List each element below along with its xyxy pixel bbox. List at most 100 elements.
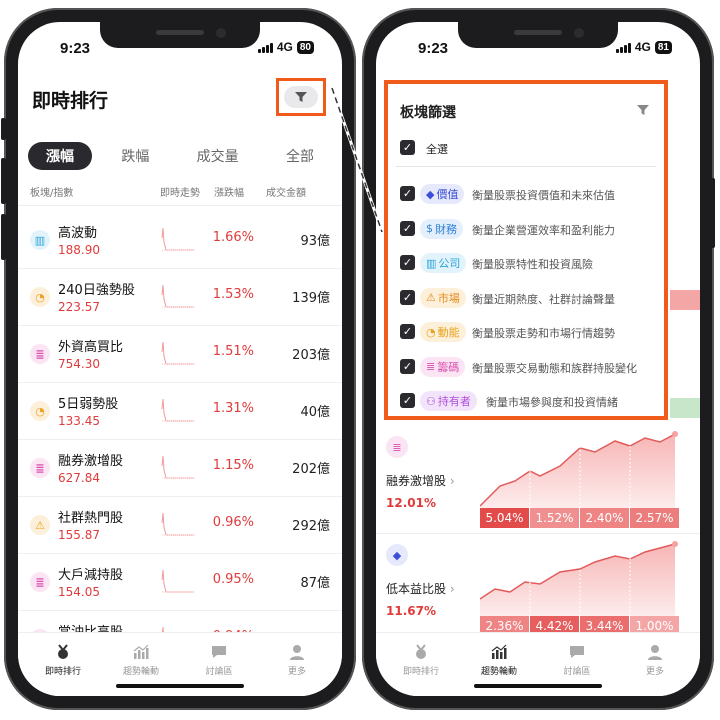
option-description: 衡量企業營運效率和盈利能力 [472, 223, 615, 237]
sparkline [161, 284, 194, 308]
tabbar-label: 更多 [645, 667, 664, 677]
table-row[interactable]: ≣ 融券激增股 627.84 1.15% 202億 [18, 440, 342, 497]
filter-option[interactable]: ✓ ⚇ 持有者 衡量市場參與度和投資情緒 [388, 383, 664, 417]
option-checkbox[interactable]: ✓ [400, 220, 415, 236]
tab-1[interactable]: 跌幅 [103, 142, 167, 170]
category-tag: ◔ 動能 [420, 322, 466, 342]
tab-2[interactable]: 成交量 [179, 142, 257, 170]
gauge-icon: ◔ [426, 325, 436, 339]
period-cells: 5.04% 1.52% 2.40% 2.57% [480, 508, 680, 528]
sparkline [161, 341, 194, 365]
chat-icon [212, 646, 226, 658]
tabbar-item-1[interactable]: 趨勢輪動 [106, 643, 176, 677]
filter-option[interactable]: ✓ ◆ 價值 衡量股票投資價值和未來估值 [388, 176, 664, 210]
category-tag: ≣ 籌碼 [420, 356, 466, 377]
row-amount: 87億 [300, 576, 330, 591]
sparkline [161, 398, 194, 422]
bg-cell [670, 398, 700, 418]
tabbar-item-3[interactable]: 更多 [620, 643, 690, 677]
diamond-icon: ◆ [386, 544, 408, 566]
row-amount: 139億 [292, 291, 330, 306]
home-indicator [474, 684, 602, 688]
dollar-icon: $ [426, 222, 433, 235]
option-checkbox[interactable]: ✓ [400, 358, 415, 374]
row-name: 外資高買比 [58, 340, 124, 355]
table-row[interactable]: ▥ 高波動 188.90 1.66% 93億 [18, 212, 342, 269]
filter-option[interactable]: ✓ ≣ 籌碼 衡量股票交易動態和族群持股變化 [388, 349, 664, 383]
tab-3[interactable]: 全部 [268, 142, 332, 170]
warning-icon: ⚠ [30, 515, 50, 535]
table-row[interactable]: ⚠ 社群熱門股 155.87 0.96% 292億 [18, 497, 342, 554]
select-all-label: 全選 [426, 143, 448, 156]
signal-icon [257, 42, 273, 53]
warning-icon: ⚠ [426, 291, 436, 304]
power-button [710, 178, 715, 248]
category-tag: ◆ 價值 [420, 184, 465, 204]
col-change[interactable]: 漲跌幅 [214, 184, 244, 199]
gauge-icon: ◔ [30, 401, 50, 421]
row-name: 社群熱門股 [58, 511, 124, 526]
tabbar-item-2[interactable]: 討論區 [542, 643, 612, 677]
period-cell: 1.52% [530, 508, 580, 528]
table-row[interactable]: ◔ 240日強勢股 223.57 1.53% 139億 [18, 269, 342, 326]
sector-filter-panel: 板塊篩選 ✓ 全選 ✓ ◆ 價值 衡量股票投資價值和未來估值 ✓ $ 財務 衡量企業營運效率和… [384, 80, 668, 420]
person-icon [290, 645, 304, 660]
chevron-right-icon: › [449, 474, 455, 488]
period-cell: 5.04% [480, 508, 530, 528]
option-description: 衡量市場參與度和投資情緒 [486, 396, 618, 409]
mute-switch [1, 118, 6, 140]
col-sector[interactable]: 板塊/指數 [30, 184, 73, 199]
medal-icon [58, 644, 68, 659]
filter-icon[interactable] [636, 103, 650, 117]
tabbar-label: 趨勢輪動 [480, 667, 517, 677]
medal-icon [416, 644, 426, 659]
tab-0[interactable]: 漲幅 [28, 142, 92, 170]
option-checkbox[interactable]: ✓ [400, 324, 415, 339]
filter-option[interactable]: ✓ ▥ 公司 衡量股票特性和投資風險 [388, 245, 664, 279]
col-trend: 即時走勢 [160, 188, 200, 199]
tabbar-item-0[interactable]: 即時排行 [386, 643, 456, 677]
option-checkbox[interactable]: ✓ [400, 289, 415, 305]
row-price: 155.87 [58, 528, 100, 542]
card-name: 融券激增股 [386, 474, 447, 488]
notch [458, 22, 618, 48]
tabbar-item-3[interactable]: 更多 [262, 643, 332, 677]
rotation-card[interactable]: ◆ 低本益比股 › 11.67% 2.36% 4.42% 3.44% 1.00% [376, 534, 700, 642]
filter-option[interactable]: ✓ ⚠ 市場 衡量近期熱度、社群討論聲量 [388, 280, 664, 314]
tabbar-item-1[interactable]: 趨勢輪動 [464, 643, 534, 677]
table-row[interactable]: ≣ 外資高買比 754.30 1.51% 203億 [18, 326, 342, 383]
trend-area-chart [480, 426, 678, 508]
row-amount: 292億 [292, 519, 330, 534]
network-label: 4G [276, 40, 293, 54]
col-amount[interactable]: 成交金額 [266, 184, 306, 199]
option-checkbox[interactable]: ✓ [400, 186, 415, 201]
row-amount: 40億 [300, 405, 330, 420]
left-screen: 9:23 4G 80 即時排行 漲幅 跌幅 成交量 全部 板塊/指數 即時走勢 漲跌幅… [18, 22, 342, 696]
filter-option[interactable]: ✓ $ 財務 衡量企業營運效率和盈利能力 [388, 211, 664, 245]
tag-label: 公司 [438, 257, 461, 270]
filter-option[interactable]: ✓ ◔ 動能 衡量股票走勢和市場行情趨勢 [388, 314, 664, 348]
table-row[interactable]: ≣ 大戶減持股 154.05 0.95% 87億 [18, 554, 342, 611]
row-amount: 203億 [292, 348, 330, 363]
network-label: 4G [634, 40, 651, 54]
option-checkbox[interactable]: ✓ [400, 255, 415, 270]
tag-label: 價值 [436, 188, 459, 201]
row-price: 188.90 [58, 243, 100, 257]
coins-icon: ≣ [426, 360, 436, 373]
filter-button[interactable] [276, 78, 326, 116]
card-name-row: 低本益比股 › [386, 580, 455, 597]
category-tag: $ 財務 [420, 218, 463, 239]
category-tag: ⚇ 持有者 [420, 391, 477, 411]
sparkline [161, 227, 194, 251]
gauge-icon: ◔ [30, 287, 50, 307]
row-change: 1.53% [212, 287, 254, 302]
option-checkbox[interactable]: ✓ [400, 393, 415, 408]
coins-icon: ≣ [30, 458, 50, 478]
row-price: 223.57 [58, 300, 100, 314]
rotation-card[interactable]: ≣ 融券激增股 › 12.01% 5.04% 1.52% 2.40% 2.57% [376, 426, 700, 534]
table-row[interactable]: ◔ 5日弱勢股 133.45 1.31% 40億 [18, 383, 342, 440]
select-all-checkbox[interactable]: ✓ [400, 140, 415, 155]
divider [396, 166, 656, 167]
tabbar-item-2[interactable]: 討論區 [184, 643, 254, 677]
tabbar-item-0[interactable]: 即時排行 [28, 643, 98, 677]
